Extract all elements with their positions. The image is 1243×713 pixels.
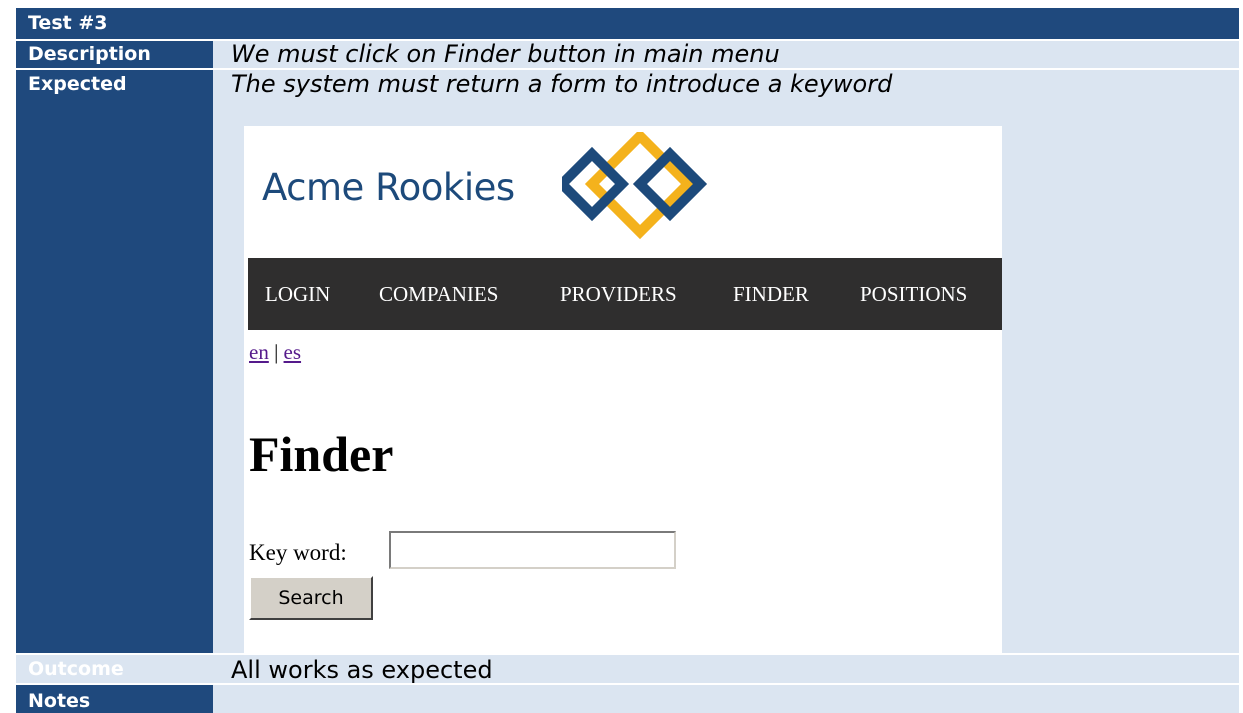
row-divider — [16, 653, 1239, 655]
row-divider — [16, 683, 1239, 685]
main-menu: LOGIN COMPANIES PROVIDERS FINDER POSITIO… — [248, 258, 1002, 330]
diamond-logo-icon — [562, 132, 708, 240]
outcome-label: Outcome — [28, 658, 124, 680]
expected-value: The system must return a form to introdu… — [231, 70, 893, 98]
test-title: Test #3 — [28, 12, 108, 34]
outcome-value: All works as expected — [231, 656, 493, 684]
test-title-row: Test #3 — [16, 8, 1239, 39]
description-label: Description — [28, 43, 151, 65]
expected-label: Expected — [28, 73, 127, 95]
page-title: Finder — [249, 426, 394, 482]
nav-positions[interactable]: POSITIONS — [860, 282, 967, 307]
lang-es-link[interactable]: es — [284, 340, 302, 364]
lang-en-link[interactable]: en — [249, 340, 269, 364]
keyword-input[interactable] — [389, 531, 676, 569]
keyword-label: Key word: — [249, 540, 347, 565]
test-case-table: Test #3 Description We must click on Fin… — [16, 8, 1239, 713]
nav-finder[interactable]: FINDER — [733, 282, 809, 307]
notes-label: Notes — [28, 690, 91, 712]
embedded-screenshot: Acme Rookies LOGIN COMPANIES PROVIDERS F… — [244, 126, 1002, 653]
description-value: We must click on Finder button in main m… — [231, 40, 780, 68]
lang-separator: | — [274, 340, 279, 364]
nav-companies[interactable]: COMPANIES — [379, 282, 498, 307]
brand-name: Acme Rookies — [262, 166, 515, 209]
nav-login[interactable]: LOGIN — [265, 282, 330, 307]
nav-providers[interactable]: PROVIDERS — [560, 282, 677, 307]
search-button[interactable]: Search — [249, 576, 373, 620]
label-column — [16, 39, 213, 653]
language-switcher: en | es — [249, 340, 301, 365]
